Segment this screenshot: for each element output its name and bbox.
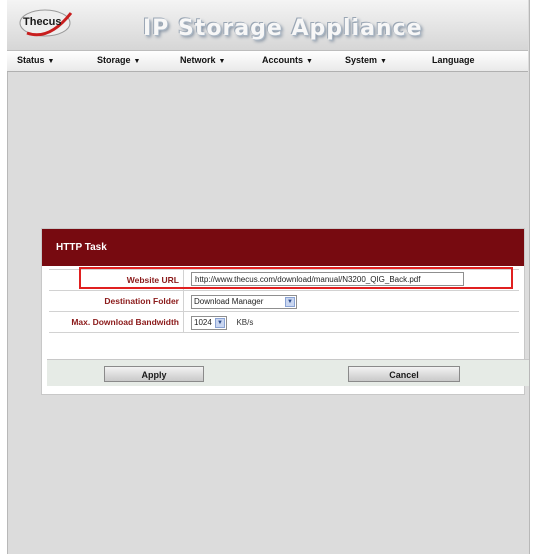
menu-network[interactable]: Network ▼ [180, 55, 225, 65]
chevron-down-icon: ▼ [285, 296, 295, 307]
destination-folder-label: Destination Folder [49, 291, 184, 311]
caret-down-icon: ▼ [133, 58, 141, 65]
select-value: Download Manager [194, 296, 264, 306]
menu-label: System [345, 55, 378, 65]
menu-label: Accounts [262, 55, 304, 65]
thecus-logo: Thecus [19, 7, 75, 39]
menu-status[interactable]: Status ▼ [17, 55, 54, 65]
menu-label: Storage [97, 55, 131, 65]
bandwidth-row: Max. Download Bandwidth 1024 ▼ KB/s [49, 311, 519, 333]
menu-system[interactable]: System ▼ [345, 55, 387, 65]
dialog-title: HTTP Task [56, 242, 107, 253]
app-header: Thecus IP Storage Appliance [7, 0, 528, 50]
dialog-header: HTTP Task [42, 229, 524, 266]
destination-folder-row: Destination Folder Download Manager ▼ [49, 290, 519, 311]
menu-label: Network [180, 55, 216, 65]
caret-down-icon: ▼ [306, 58, 313, 65]
bandwidth-unit: KB/s [236, 318, 254, 328]
menu-language[interactable]: Language [432, 55, 475, 65]
highlight-box [79, 267, 513, 289]
caret-down-icon: ▼ [380, 58, 387, 65]
button-bar: Apply Cancel [47, 359, 529, 386]
chevron-down-icon: ▼ [215, 317, 225, 328]
bandwidth-select[interactable]: 1024 ▼ [191, 315, 227, 330]
menu-accounts[interactable]: Accounts ▼ [262, 55, 313, 65]
caret-down-icon: ▼ [47, 58, 55, 65]
caret-down-icon: ▼ [218, 58, 226, 65]
http-task-dialog: HTTP Task Website URL http://www.thecus.… [41, 228, 529, 395]
logo-text: Thecus [23, 16, 62, 28]
menu-bar: Status ▼ Storage ▼ Network ▼ Accounts ▼ Syst… [7, 50, 528, 72]
menu-label: Language [432, 55, 475, 65]
select-value: 1024 [194, 317, 212, 327]
menu-label: Status [17, 55, 45, 65]
cancel-button[interactable]: Cancel [348, 366, 460, 382]
app-title: IP Storage Appliance [143, 16, 423, 41]
bandwidth-label: Max. Download Bandwidth [49, 312, 184, 332]
destination-folder-select[interactable]: Download Manager ▼ [191, 294, 297, 309]
apply-button[interactable]: Apply [104, 366, 204, 382]
menu-storage[interactable]: Storage ▼ [97, 55, 140, 65]
